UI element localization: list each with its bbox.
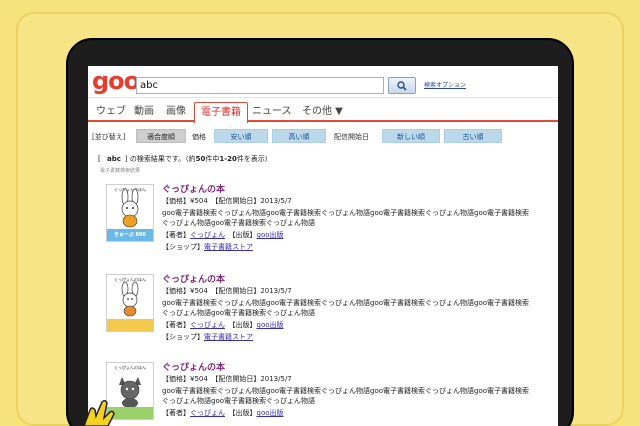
tab-video[interactable]: 動画 (128, 102, 160, 122)
sort-date-old-button[interactable]: 古い順 (444, 129, 502, 143)
publisher-link[interactable]: goo出版 (257, 231, 284, 239)
goo-logo[interactable]: goo (92, 68, 140, 94)
tab-ebook[interactable]: 電子書籍 (194, 102, 248, 123)
shop-label: 【ショップ】 (162, 333, 204, 341)
item-desc-2: ぐっぴょん物語goo電子書籍検索ぐっぴょん物語 (162, 309, 316, 317)
item-title-link[interactable]: ぐっぴょんの本 (162, 272, 225, 285)
shop-link[interactable]: 電子書籍ストア (204, 333, 253, 341)
result-text: ] の検索結果です。（約 (124, 155, 196, 163)
item-meta: 【価格】¥504 【配信開始日】2013/5/7 (162, 197, 292, 205)
rabbit-character-image (107, 281, 153, 331)
result-query: abc (106, 155, 121, 163)
book-cover[interactable]: ぐっぴょんのほん (106, 274, 154, 332)
search-tabs: ウェブ 動画 画像 電子書籍 ニュース その他 ▼ (88, 102, 558, 123)
sort-date-new-button[interactable]: 新しい順 (382, 129, 440, 143)
item-desc-2: ぐっぴょん物語goo電子書籍検索ぐっぴょん物語 (162, 397, 316, 405)
result-summary: [ abc] の検索結果です。（約50件中1-20件を表示） (98, 154, 272, 164)
date-label: 配信開始日 (334, 133, 369, 141)
publisher-label: 【出版】 (232, 409, 257, 417)
search-header: goo 検索オプション (88, 66, 558, 98)
pointing-hand-icon (83, 399, 115, 426)
tab-more[interactable]: その他 ▼ (296, 102, 349, 122)
item-desc: goo電子書籍検索ぐっぴょん物語goo電子書籍検索ぐっぴょん物語goo電子書籍検… (162, 209, 530, 217)
book-cover[interactable]: ぐっぴょんのほん きゅーぷ 800 (106, 184, 154, 242)
item-credits: 【著者】ぐっぴょん 【出版】goo出版 (162, 408, 284, 418)
publisher-link[interactable]: goo出版 (257, 409, 284, 417)
publisher-label: 【出版】 (232, 321, 257, 329)
result-range: 1-20 (219, 155, 237, 163)
search-icon (397, 80, 407, 91)
author-link[interactable]: ぐっぴょん (190, 409, 225, 417)
shop-label: 【ショップ】 (162, 243, 204, 251)
search-button[interactable] (388, 77, 416, 94)
tab-web[interactable]: ウェブ (90, 102, 132, 122)
item-shop: 【ショップ】電子書籍ストア (162, 242, 253, 252)
cover-badge: きゅーぷ 800 (114, 232, 146, 238)
result-text2: 件中 (205, 155, 220, 163)
tab-news[interactable]: ニュース (246, 102, 298, 122)
item-desc-2: ぐっぴょん物語goo電子書籍検索ぐっぴょん物語 (162, 219, 316, 227)
publisher-label: 【出版】 (232, 231, 257, 239)
sort-relevance-button[interactable]: 適合度順 (136, 129, 186, 143)
item-desc: goo電子書籍検索ぐっぴょん物語goo電子書籍検索ぐっぴょん物語goo電子書籍検… (162, 387, 530, 395)
author-link[interactable]: ぐっぴょん (190, 321, 225, 329)
author-link[interactable]: ぐっぴょん (190, 231, 225, 239)
result-text3: 件を表示） (236, 155, 272, 163)
browser-screen: goo 検索オプション ウェブ 動画 画像 電子書籍 ニュース その他 ▼ [並… (88, 66, 558, 426)
item-credits: 【著者】ぐっぴょん 【出版】goo出版 (162, 230, 284, 240)
category-label: 電子書籍検索結果 (100, 168, 141, 174)
item-desc: goo電子書籍検索ぐっぴょん物語goo電子書籍検索ぐっぴょん物語goo電子書籍検… (162, 299, 530, 307)
shop-link[interactable]: 電子書籍ストア (204, 243, 253, 251)
publisher-link[interactable]: goo出版 (257, 321, 284, 329)
item-meta: 【価格】¥504 【配信開始日】2013/5/7 (162, 287, 292, 295)
bracket-open: [ (98, 155, 101, 163)
item-title-link[interactable]: ぐっぴょんの本 (162, 182, 225, 195)
author-label: 【著者】 (162, 321, 190, 329)
sort-price-high-button[interactable]: 高い順 (272, 129, 326, 143)
item-shop: 【ショップ】電子書籍ストア (162, 332, 253, 342)
author-label: 【著者】 (162, 409, 190, 417)
sort-filter-bar: [並び替え] 適合度順 価格 安い順 高い順 配信開始日 新しい順 古い順 (88, 128, 558, 146)
price-label: 価格 (192, 133, 206, 141)
item-meta: 【価格】¥504 【配信開始日】2013/5/7 (162, 375, 292, 383)
sort-price-low-button[interactable]: 安い順 (214, 129, 268, 143)
tab-image[interactable]: 画像 (160, 102, 192, 122)
list-item: ぐっぴょんのほん ぐっぴょんの本 【価格】¥504 【配信開始日】2013/5/… (88, 352, 558, 426)
search-input[interactable] (136, 77, 384, 94)
list-item: ぐっぴょんのほん きゅーぷ 800 ぐっぴょんの本 【価格】¥504 【配信開始… (88, 174, 558, 264)
item-title-link[interactable]: ぐっぴょんの本 (162, 360, 225, 373)
sort-label: [並び替え] (92, 133, 126, 141)
search-options-link[interactable]: 検索オプション (424, 80, 466, 89)
author-label: 【著者】 (162, 231, 190, 239)
result-total: 50 (195, 155, 206, 163)
list-item: ぐっぴょんのほん ぐっぴょんの本 【価格】¥504 【配信開始日】2013/5/… (88, 264, 558, 354)
item-credits: 【著者】ぐっぴょん 【出版】goo出版 (162, 320, 284, 330)
